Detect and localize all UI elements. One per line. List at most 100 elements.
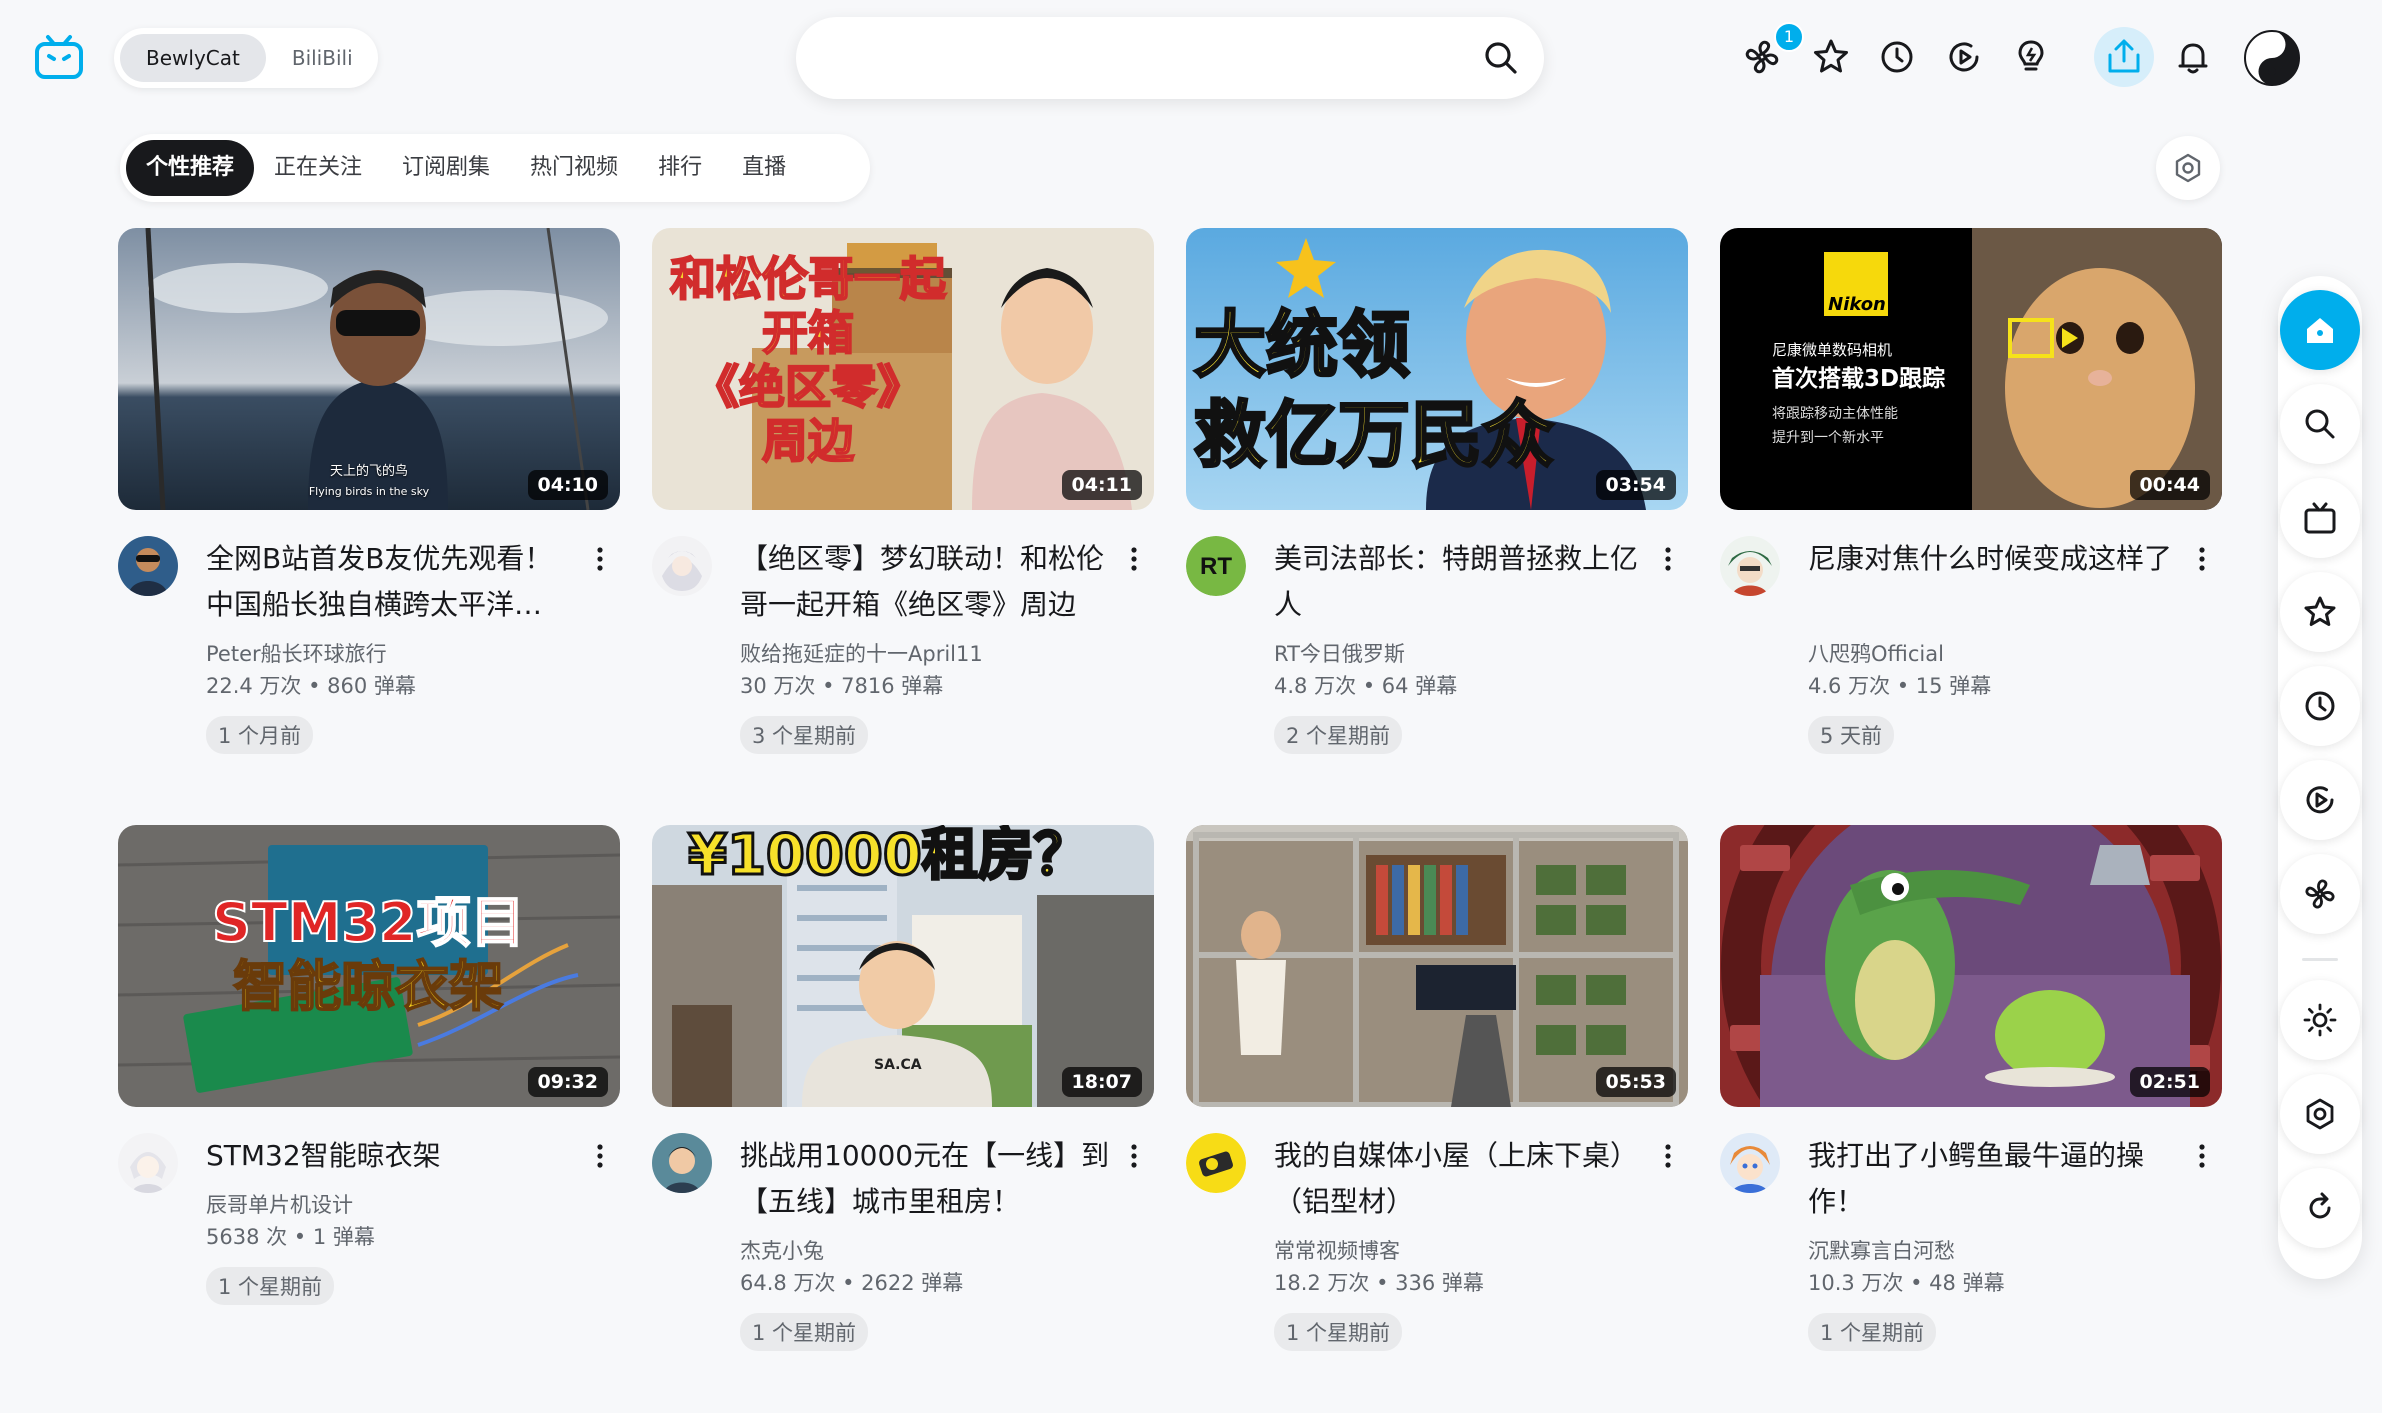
video-card[interactable]: 02:51 我打出了小鳄鱼最牛逼的操作！ 沉默寡言白河愁 10.3 万次 • 4… <box>1720 825 2222 1363</box>
author-avatar[interactable] <box>1720 1133 1780 1193</box>
dock-anime-button[interactable] <box>2280 478 2360 558</box>
publish-date-badge: 1 个月前 <box>206 716 314 754</box>
more-vertical-icon[interactable] <box>590 1141 610 1171</box>
clock-icon <box>2305 691 2335 721</box>
dock-history-button[interactable] <box>2280 666 2360 746</box>
tab-following[interactable]: 正在关注 <box>254 140 382 196</box>
more-vertical-icon[interactable] <box>2192 544 2212 574</box>
upload-button[interactable] <box>2094 27 2154 87</box>
author-avatar[interactable] <box>118 536 178 596</box>
video-title[interactable]: 全网B站首发B友优先观看！中国船长独自横跨太平洋… <box>206 536 576 628</box>
author-avatar[interactable] <box>1186 1133 1246 1193</box>
search-input[interactable] <box>826 37 1450 81</box>
publish-date-badge: 1 个星期前 <box>740 1313 869 1351</box>
switch-bilibili[interactable]: BiliBili <box>266 34 379 82</box>
more-vertical-icon[interactable] <box>1658 544 1678 574</box>
dock-refresh-button[interactable] <box>2280 1168 2360 1248</box>
thumbnail-caption: 尼康微单数码相机 <box>1772 341 1893 359</box>
tab-ranking[interactable]: 排行 <box>638 140 722 196</box>
refresh-icon <box>2309 1192 2331 1219</box>
video-card[interactable]: STM32项目 智能晾衣架 09:32 STM32智能晾衣架 辰哥单片机设计 5… <box>118 825 620 1363</box>
dock-theme-button[interactable] <box>2280 980 2360 1060</box>
video-author[interactable]: 辰哥单片机设计 <box>206 1189 353 1221</box>
video-title[interactable]: STM32智能晾衣架 <box>206 1133 576 1179</box>
dock-moments-button[interactable] <box>2280 854 2360 934</box>
video-stats: 64.8 万次 • 2622 弹幕 <box>740 1271 964 1295</box>
play-circle-icon[interactable] <box>1943 36 1985 78</box>
dock-favorites-button[interactable] <box>2280 572 2360 652</box>
thumbnail-caption: 智能晾衣架 <box>232 954 504 1019</box>
more-vertical-icon[interactable] <box>2192 1141 2212 1171</box>
video-card[interactable]: Nikon 尼康微单数码相机 首次搭载3D跟踪 将跟踪移动主体性能 提升到一个新… <box>1720 228 2222 766</box>
thumbnail-caption: 将跟踪移动主体性能 <box>1772 406 1898 422</box>
dock-home-button[interactable] <box>2280 290 2360 370</box>
video-card[interactable]: ¥10000租房？ SA.CA 18:07 挑战用10000元在【一线】到【五线… <box>652 825 1154 1363</box>
more-vertical-icon[interactable] <box>1124 1141 1144 1171</box>
fan-icon <box>2305 879 2335 909</box>
video-card[interactable]: 大统领 救亿万民众 03:54 RT 美司法部长：特朗普拯救上亿人 RT今日俄罗… <box>1186 228 1688 766</box>
tab-subscribed-series[interactable]: 订阅剧集 <box>382 140 510 196</box>
right-dock <box>2278 276 2362 1279</box>
search-icon[interactable] <box>1482 39 1520 77</box>
bilibili-tv-logo-icon[interactable] <box>34 34 84 80</box>
clock-icon[interactable] <box>1876 36 1918 78</box>
dock-watch-later-button[interactable] <box>2280 760 2360 840</box>
video-author[interactable]: Peter船长环球旅行 <box>206 638 387 670</box>
video-author[interactable]: RT今日俄罗斯 <box>1274 638 1405 670</box>
video-title[interactable]: 我打出了小鳄鱼最牛逼的操作！ <box>1808 1133 2178 1225</box>
thumbnail-caption: SA.CA <box>874 1057 922 1073</box>
author-avatar[interactable] <box>652 536 712 596</box>
video-thumbnail[interactable]: STM32项目 智能晾衣架 09:32 <box>118 825 620 1107</box>
video-title[interactable]: 我的自媒体小屋（上床下桌）（铝型材） <box>1274 1133 1644 1225</box>
upload-icon <box>2108 39 2140 73</box>
publish-date-badge: 1 个星期前 <box>206 1267 335 1305</box>
video-stats: 30 万次 • 7816 弹幕 <box>740 674 944 698</box>
video-thumbnail[interactable]: 大统领 救亿万民众 03:54 <box>1186 228 1688 510</box>
author-avatar[interactable] <box>118 1133 178 1193</box>
video-author[interactable]: 败给拖延症的十一April11 <box>740 638 983 670</box>
video-duration: 18:07 <box>1061 1067 1142 1097</box>
lightbulb-icon[interactable] <box>2010 36 2052 78</box>
video-title[interactable]: 美司法部长：特朗普拯救上亿人 <box>1274 536 1644 628</box>
author-avatar[interactable] <box>1720 536 1780 596</box>
notification-badge: 1 <box>1774 22 1804 52</box>
video-author[interactable]: 沉默寡言白河愁 <box>1808 1235 1955 1267</box>
publish-date-badge: 5 天前 <box>1808 716 1895 754</box>
thumbnail-caption: 开箱 <box>761 305 855 361</box>
more-vertical-icon[interactable] <box>1124 544 1144 574</box>
video-stats: 5638 次 • 1 弹幕 <box>206 1225 375 1249</box>
author-avatar[interactable] <box>652 1133 712 1193</box>
video-title[interactable]: 尼康对焦什么时候变成这样了 <box>1808 536 2178 582</box>
video-thumbnail[interactable]: Nikon 尼康微单数码相机 首次搭载3D跟踪 将跟踪移动主体性能 提升到一个新… <box>1720 228 2222 510</box>
author-avatar[interactable]: RT <box>1186 536 1246 596</box>
star-icon[interactable] <box>1810 36 1852 78</box>
video-title[interactable]: 挑战用10000元在【一线】到【五线】城市里租房！ <box>740 1133 1110 1225</box>
video-thumbnail[interactable]: ¥10000租房？ SA.CA 18:07 <box>652 825 1154 1107</box>
video-author[interactable]: 杰克小兔 <box>740 1235 824 1267</box>
video-thumbnail[interactable]: 和松伦哥一起 开箱 《绝区零》 周边 04:11 <box>652 228 1154 510</box>
video-thumbnail[interactable]: 02:51 <box>1720 825 2222 1107</box>
sun-icon <box>2303 1003 2337 1037</box>
feed-settings-button[interactable] <box>2156 136 2220 200</box>
video-card[interactable]: 天上的飞的鸟 Flying birds in the sky 04:10 全网B… <box>118 228 620 766</box>
dock-search-button[interactable] <box>2280 384 2360 464</box>
more-vertical-icon[interactable] <box>1658 1141 1678 1171</box>
video-thumbnail[interactable]: 05:53 <box>1186 825 1688 1107</box>
tab-recommend[interactable]: 个性推荐 <box>126 140 255 196</box>
video-card[interactable]: 05:53 我的自媒体小屋（上床下桌）（铝型材） 常常视频博客 18.2 万次 … <box>1186 825 1688 1363</box>
bell-icon[interactable] <box>2172 36 2214 78</box>
video-author[interactable]: 八咫鸦Official <box>1808 638 1944 670</box>
star-icon <box>2304 596 2336 626</box>
switch-bewlycat[interactable]: BewlyCat <box>120 34 266 82</box>
video-card[interactable]: 和松伦哥一起 开箱 《绝区零》 周边 04:11 【绝区零】梦幻联动！和松伦哥一… <box>652 228 1154 766</box>
more-vertical-icon[interactable] <box>590 544 610 574</box>
video-title[interactable]: 【绝区零】梦幻联动！和松伦哥一起开箱《绝区零》周边 <box>740 536 1110 628</box>
dock-settings-button[interactable] <box>2280 1074 2360 1154</box>
thumbnail-caption: 和松伦哥一起 <box>669 251 947 307</box>
user-avatar[interactable] <box>2244 30 2300 86</box>
tab-trending[interactable]: 热门视频 <box>510 140 638 196</box>
video-author[interactable]: 常常视频博客 <box>1274 1235 1400 1267</box>
video-duration: 04:10 <box>527 470 608 500</box>
video-thumbnail[interactable]: 天上的飞的鸟 Flying birds in the sky 04:10 <box>118 228 620 510</box>
tab-live[interactable]: 直播 <box>722 140 806 196</box>
